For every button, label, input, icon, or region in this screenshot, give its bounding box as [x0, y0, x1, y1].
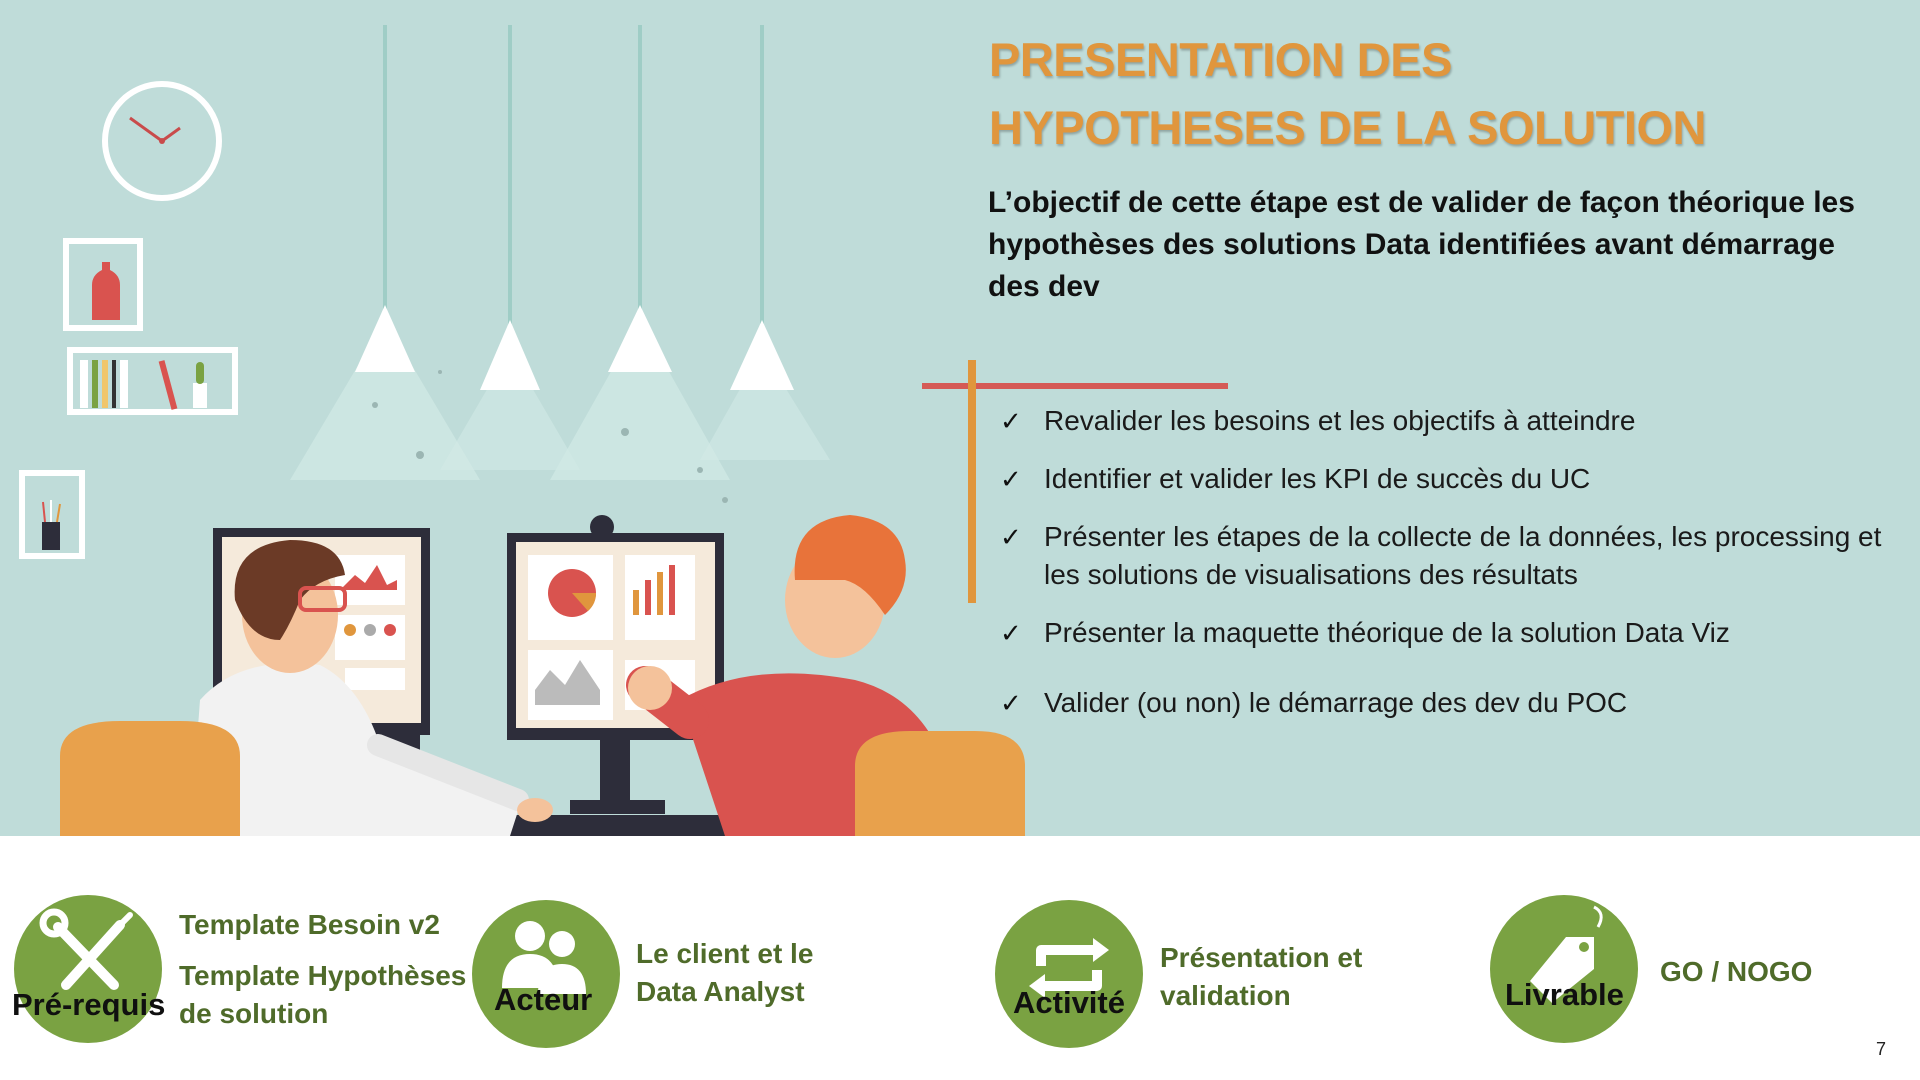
- bullet-text: Identifier et valider les KPI de succès …: [1044, 463, 1591, 494]
- bullet-text: Présenter la maquette théorique de la so…: [1044, 617, 1730, 648]
- wall-shelves: [19, 238, 238, 559]
- tag-icon: [1530, 905, 1603, 1003]
- right-monitor: [507, 515, 724, 814]
- title-line-2: HYPOTHESES DE LA SOLUTION: [989, 101, 1706, 154]
- checkmark-icon: ✓: [1000, 688, 1022, 718]
- prerequis-text-1: Template Besoin v2: [179, 909, 440, 940]
- bullet-text: Revalider les besoins et les objectifs à…: [1044, 405, 1636, 436]
- activite-label: Activité: [1013, 985, 1125, 1020]
- acteur-text: Le client et le Data Analyst: [636, 938, 814, 1007]
- objective-text: L’objectif de cette étape est de valider…: [988, 186, 1855, 303]
- decorative-orange-line: [968, 360, 976, 603]
- slide: PRESENTATION DES HYPOTHESES DE LA SOLUTI…: [0, 0, 1920, 1080]
- checkmark-icon: ✓: [1000, 618, 1022, 648]
- chair-left: [60, 721, 240, 836]
- activite-text: Présentation et validation: [1160, 942, 1363, 1011]
- users-icon: [502, 921, 586, 994]
- prerequis-text-2: Template Hypothèses de solution: [179, 960, 467, 1029]
- title-line-1: PRESENTATION DES: [989, 33, 1452, 86]
- bullet-text: Présenter les étapes de la collecte de l…: [1044, 521, 1882, 590]
- livrable-text: GO / NOGO: [1660, 956, 1813, 987]
- bullet-text: Valider (ou non) le démarrage des dev du…: [1044, 687, 1628, 718]
- wall-clock: [102, 81, 222, 201]
- livrable-label: Livrable: [1505, 977, 1624, 1012]
- checkmark-icon: ✓: [1000, 522, 1022, 552]
- livrable-badge: [1490, 895, 1638, 1043]
- acteur-badge: [472, 900, 620, 1048]
- page-number: 7: [1876, 1039, 1887, 1059]
- acteur-label: Acteur: [494, 982, 593, 1017]
- ceiling-lamps: [290, 25, 830, 503]
- office-illustration: [19, 25, 1025, 836]
- chair-right: [855, 731, 1025, 836]
- activite-badge: [995, 900, 1143, 1048]
- checkmark-icon: ✓: [1000, 464, 1022, 494]
- repeat-icon: [1029, 938, 1109, 998]
- slide-title: PRESENTATION DES HYPOTHESES DE LA SOLUTI…: [989, 26, 1889, 162]
- prerequis-label: Pré-requis: [12, 987, 166, 1022]
- checkmark-icon: ✓: [1000, 406, 1022, 436]
